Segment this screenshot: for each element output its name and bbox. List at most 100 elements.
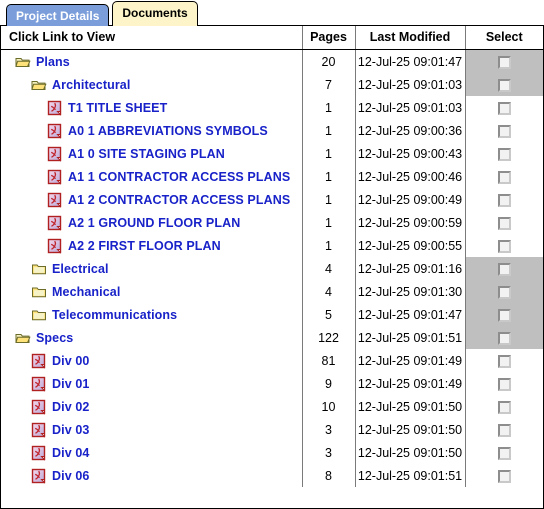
tab-documents[interactable]: Documents [112, 1, 198, 26]
name-cell-content: A1 2 CONTRACTOR ACCESS PLANS [1, 188, 302, 211]
table-row: Div 00 81 12-Jul-25 09:01:49 [1, 349, 543, 372]
cell-last-modified: 12-Jul-25 09:00:36 [354, 119, 466, 142]
select-checkbox[interactable] [497, 377, 511, 391]
document-link[interactable]: Div 04 [52, 446, 89, 460]
select-checkbox[interactable] [497, 124, 511, 138]
document-link[interactable]: A1 0 SITE STAGING PLAN [68, 147, 225, 161]
select-checkbox[interactable] [497, 469, 511, 483]
cell-select [465, 441, 543, 464]
pdf-file-icon [47, 169, 63, 185]
cell-name: Div 00 [1, 349, 302, 372]
pdf-file-icon [31, 399, 47, 415]
cell-last-modified: 12-Jul-25 09:00:49 [354, 188, 466, 211]
cell-select [465, 372, 543, 395]
name-cell-content: A2 1 GROUND FLOOR PLAN [1, 211, 302, 234]
name-cell-content: A0 1 ABBREVIATIONS SYMBOLS [1, 119, 302, 142]
select-checkbox[interactable] [497, 55, 511, 69]
table-body: Plans 20 12-Jul-25 09:01:47 Architectural 7 1… [1, 49, 543, 487]
select-checkbox[interactable] [497, 308, 511, 322]
select-checkbox[interactable] [497, 239, 511, 253]
folder-link[interactable]: Telecommunications [52, 308, 177, 322]
cell-select [465, 464, 543, 487]
document-link[interactable]: Div 02 [52, 400, 89, 414]
name-cell-content: Div 03 [1, 418, 302, 441]
select-checkbox[interactable] [497, 262, 511, 276]
cell-pages: 3 [301, 441, 355, 464]
column-header-select: Select [464, 26, 543, 50]
select-checkbox[interactable] [497, 331, 511, 345]
cell-pages: 1 [301, 188, 355, 211]
document-link[interactable]: A1 1 CONTRACTOR ACCESS PLANS [68, 170, 290, 184]
cell-last-modified: 12-Jul-25 09:01:50 [354, 418, 466, 441]
pdf-file-icon [47, 238, 63, 254]
cell-name: Specs [1, 326, 302, 349]
cell-select [465, 395, 543, 418]
cell-select [465, 418, 543, 441]
folder-open-icon [31, 77, 47, 93]
cell-last-modified: 12-Jul-25 09:01:47 [354, 49, 466, 73]
cell-name: Telecommunications [1, 303, 302, 326]
select-checkbox[interactable] [497, 147, 511, 161]
name-cell-content: Div 04 [1, 441, 302, 464]
cell-pages: 9 [301, 372, 355, 395]
cell-name: A1 2 CONTRACTOR ACCESS PLANS [1, 188, 302, 211]
name-cell-content: Div 06 [1, 464, 302, 487]
table-row: Architectural 7 12-Jul-25 09:01:03 [1, 73, 543, 96]
name-cell-content: Mechanical [1, 280, 302, 303]
cell-select [465, 49, 543, 73]
select-checkbox[interactable] [497, 400, 511, 414]
table-row: A2 1 GROUND FLOOR PLAN 1 12-Jul-25 09:00:5… [1, 211, 543, 234]
cell-name: Div 03 [1, 418, 302, 441]
table-row: A1 1 CONTRACTOR ACCESS PLANS 1 12-Jul-25 0… [1, 165, 543, 188]
tab-project-details[interactable]: Project Details [6, 4, 110, 26]
document-link[interactable]: Div 01 [52, 377, 89, 391]
table-row: A0 1 ABBREVIATIONS SYMBOLS 1 12-Jul-25 09:… [1, 119, 543, 142]
cell-pages: 1 [301, 119, 355, 142]
table-row: Div 02 10 12-Jul-25 09:01:50 [1, 395, 543, 418]
folder-link[interactable]: Plans [36, 55, 70, 69]
cell-pages: 10 [301, 395, 355, 418]
name-cell-content: Plans [1, 50, 302, 73]
name-cell-content: Div 01 [1, 372, 302, 395]
select-checkbox[interactable] [497, 193, 511, 207]
select-checkbox[interactable] [497, 285, 511, 299]
folder-link[interactable]: Architectural [52, 78, 130, 92]
cell-name: A0 1 ABBREVIATIONS SYMBOLS [1, 119, 302, 142]
cell-pages: 4 [301, 280, 355, 303]
select-checkbox[interactable] [497, 354, 511, 368]
select-checkbox[interactable] [497, 446, 511, 460]
tab-strip: Project Details Documents [0, 0, 544, 26]
select-checkbox[interactable] [497, 216, 511, 230]
cell-name: Div 02 [1, 395, 302, 418]
cell-select [465, 96, 543, 119]
folder-link[interactable]: Specs [36, 331, 73, 345]
folder-link[interactable]: Electrical [52, 262, 109, 276]
select-checkbox[interactable] [497, 170, 511, 184]
cell-name: Plans [1, 49, 302, 73]
pdf-file-icon [31, 376, 47, 392]
documents-panel: Click Link to View Pages Last Modified S… [0, 25, 544, 509]
document-link[interactable]: Div 00 [52, 354, 89, 368]
cell-pages: 1 [301, 96, 355, 119]
select-checkbox[interactable] [497, 101, 511, 115]
cell-select [465, 326, 543, 349]
name-cell-content: Telecommunications [1, 303, 302, 326]
document-link[interactable]: T1 TITLE SHEET [68, 101, 167, 115]
cell-last-modified: 12-Jul-25 09:01:47 [354, 303, 466, 326]
document-link[interactable]: Div 06 [52, 469, 89, 483]
name-cell-content: Specs [1, 326, 302, 349]
document-link[interactable]: A2 2 FIRST FLOOR PLAN [68, 239, 221, 253]
cell-pages: 4 [301, 257, 355, 280]
cell-pages: 20 [301, 49, 355, 73]
folder-link[interactable]: Mechanical [52, 285, 120, 299]
select-checkbox[interactable] [497, 423, 511, 437]
document-link[interactable]: A2 1 GROUND FLOOR PLAN [68, 216, 240, 230]
document-link[interactable]: Div 03 [52, 423, 89, 437]
cell-name: Div 01 [1, 372, 302, 395]
name-cell-content: A1 1 CONTRACTOR ACCESS PLANS [1, 165, 302, 188]
pdf-file-icon [47, 123, 63, 139]
select-checkbox[interactable] [497, 78, 511, 92]
document-link[interactable]: A1 2 CONTRACTOR ACCESS PLANS [68, 193, 290, 207]
document-link[interactable]: A0 1 ABBREVIATIONS SYMBOLS [68, 124, 268, 138]
cell-last-modified: 12-Jul-25 09:00:55 [354, 234, 466, 257]
